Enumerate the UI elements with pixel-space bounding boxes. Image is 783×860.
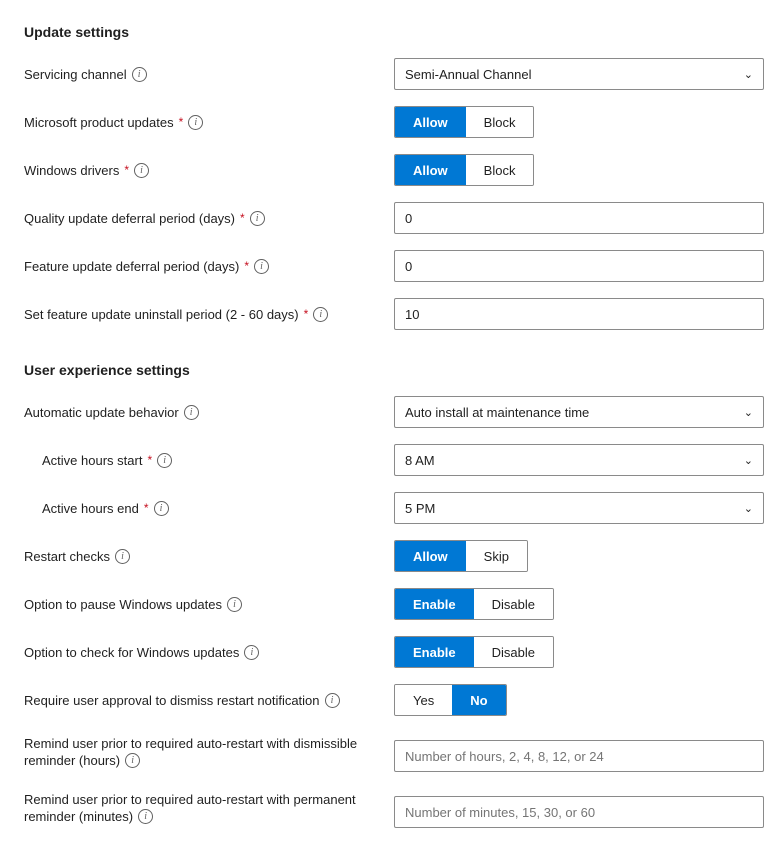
user-approval-dismiss-no-button[interactable]: No — [452, 684, 505, 716]
quality-deferral-info-icon[interactable]: i — [250, 211, 265, 226]
automatic-update-behavior-label: Automatic update behavior i — [24, 405, 394, 420]
automatic-update-behavior-dropdown[interactable]: Auto install at maintenance time ⌄ — [394, 396, 764, 428]
pause-windows-updates-info-icon[interactable]: i — [227, 597, 242, 612]
windows-drivers-block-button[interactable]: Block — [466, 154, 534, 186]
feature-deferral-info-icon[interactable]: i — [254, 259, 269, 274]
user-approval-dismiss-label: Require user approval to dismiss restart… — [24, 693, 394, 708]
remind-dismissible-input[interactable] — [394, 740, 764, 772]
active-hours-start-row: Active hours start * i 8 AM ⌄ — [24, 440, 759, 480]
remind-dismissible-info-icon[interactable]: i — [125, 753, 140, 768]
active-hours-start-control: 8 AM ⌄ — [394, 444, 764, 476]
restart-checks-toggle: Allow Skip — [394, 540, 528, 572]
user-approval-dismiss-info-icon[interactable]: i — [325, 693, 340, 708]
servicing-channel-chevron-icon: ⌄ — [744, 68, 753, 81]
restart-checks-info-icon[interactable]: i — [115, 549, 130, 564]
restart-checks-control: Allow Skip — [394, 540, 759, 572]
automatic-update-behavior-chevron-icon: ⌄ — [744, 406, 753, 419]
microsoft-product-updates-control: Allow Block — [394, 106, 759, 138]
remind-permanent-info-icon[interactable]: i — [138, 809, 153, 824]
pause-windows-updates-control: Enable Disable — [394, 588, 759, 620]
remind-dismissible-control — [394, 736, 764, 772]
user-approval-dismiss-row: Require user approval to dismiss restart… — [24, 680, 759, 720]
windows-drivers-toggle: Allow Block — [394, 154, 534, 186]
user-approval-dismiss-control: Yes No — [394, 684, 759, 716]
windows-drivers-allow-button[interactable]: Allow — [395, 154, 466, 186]
user-experience-section: User experience settings Automatic updat… — [24, 362, 759, 832]
microsoft-product-updates-block-button[interactable]: Block — [466, 106, 534, 138]
remind-permanent-control — [394, 792, 764, 828]
remind-dismissible-label: Remind user prior to required auto-resta… — [24, 736, 394, 768]
restart-checks-allow-button[interactable]: Allow — [395, 540, 466, 572]
uninstall-period-control — [394, 298, 764, 330]
active-hours-start-chevron-icon: ⌄ — [744, 454, 753, 467]
pause-windows-updates-toggle: Enable Disable — [394, 588, 554, 620]
feature-deferral-input[interactable] — [394, 250, 764, 282]
check-windows-updates-enable-button[interactable]: Enable — [395, 636, 474, 668]
active-hours-end-chevron-icon: ⌄ — [744, 502, 753, 515]
remind-dismissible-row: Remind user prior to required auto-resta… — [24, 728, 759, 776]
remind-permanent-input[interactable] — [394, 796, 764, 828]
quality-deferral-control — [394, 202, 764, 234]
servicing-channel-dropdown[interactable]: Semi-Annual Channel ⌄ — [394, 58, 764, 90]
remind-permanent-row: Remind user prior to required auto-resta… — [24, 784, 759, 832]
uninstall-period-input[interactable] — [394, 298, 764, 330]
active-hours-start-label: Active hours start * i — [24, 453, 394, 468]
feature-deferral-control — [394, 250, 764, 282]
pause-windows-updates-enable-button[interactable]: Enable — [395, 588, 474, 620]
check-windows-updates-disable-button[interactable]: Disable — [474, 636, 553, 668]
windows-drivers-control: Allow Block — [394, 154, 759, 186]
pause-windows-updates-row: Option to pause Windows updates i Enable… — [24, 584, 759, 624]
check-windows-updates-toggle: Enable Disable — [394, 636, 554, 668]
check-windows-updates-control: Enable Disable — [394, 636, 759, 668]
remind-permanent-label: Remind user prior to required auto-resta… — [24, 792, 394, 824]
quality-deferral-label: Quality update deferral period (days) * … — [24, 211, 394, 226]
quality-deferral-row: Quality update deferral period (days) * … — [24, 198, 759, 238]
quality-deferral-input[interactable] — [394, 202, 764, 234]
active-hours-start-dropdown[interactable]: 8 AM ⌄ — [394, 444, 764, 476]
microsoft-product-updates-info-icon[interactable]: i — [188, 115, 203, 130]
pause-windows-updates-label: Option to pause Windows updates i — [24, 597, 394, 612]
active-hours-end-label: Active hours end * i — [24, 501, 394, 516]
automatic-update-behavior-row: Automatic update behavior i Auto install… — [24, 392, 759, 432]
feature-deferral-row: Feature update deferral period (days) * … — [24, 246, 759, 286]
active-hours-start-info-icon[interactable]: i — [157, 453, 172, 468]
automatic-update-behavior-control: Auto install at maintenance time ⌄ — [394, 396, 764, 428]
active-hours-end-info-icon[interactable]: i — [154, 501, 169, 516]
check-windows-updates-row: Option to check for Windows updates i En… — [24, 632, 759, 672]
microsoft-product-updates-label: Microsoft product updates * i — [24, 115, 394, 130]
restart-checks-skip-button[interactable]: Skip — [466, 540, 527, 572]
update-settings-section: Update settings Servicing channel i Semi… — [24, 24, 759, 334]
uninstall-period-info-icon[interactable]: i — [313, 307, 328, 322]
microsoft-product-updates-allow-button[interactable]: Allow — [395, 106, 466, 138]
active-hours-end-control: 5 PM ⌄ — [394, 492, 764, 524]
restart-checks-label: Restart checks i — [24, 549, 394, 564]
windows-drivers-label: Windows drivers * i — [24, 163, 394, 178]
servicing-channel-label: Servicing channel i — [24, 67, 394, 82]
check-windows-updates-label: Option to check for Windows updates i — [24, 645, 394, 660]
uninstall-period-label: Set feature update uninstall period (2 -… — [24, 307, 394, 322]
user-approval-dismiss-toggle: Yes No — [394, 684, 507, 716]
active-hours-end-dropdown[interactable]: 5 PM ⌄ — [394, 492, 764, 524]
uninstall-period-row: Set feature update uninstall period (2 -… — [24, 294, 759, 334]
microsoft-product-updates-row: Microsoft product updates * i Allow Bloc… — [24, 102, 759, 142]
active-hours-end-row: Active hours end * i 5 PM ⌄ — [24, 488, 759, 528]
user-approval-dismiss-yes-button[interactable]: Yes — [395, 684, 452, 716]
pause-windows-updates-disable-button[interactable]: Disable — [474, 588, 553, 620]
update-settings-title: Update settings — [24, 24, 759, 40]
check-windows-updates-info-icon[interactable]: i — [244, 645, 259, 660]
user-experience-title: User experience settings — [24, 362, 759, 378]
windows-drivers-info-icon[interactable]: i — [134, 163, 149, 178]
automatic-update-behavior-info-icon[interactable]: i — [184, 405, 199, 420]
servicing-channel-control: Semi-Annual Channel ⌄ — [394, 58, 764, 90]
servicing-channel-info-icon[interactable]: i — [132, 67, 147, 82]
feature-deferral-label: Feature update deferral period (days) * … — [24, 259, 394, 274]
servicing-channel-row: Servicing channel i Semi-Annual Channel … — [24, 54, 759, 94]
restart-checks-row: Restart checks i Allow Skip — [24, 536, 759, 576]
windows-drivers-row: Windows drivers * i Allow Block — [24, 150, 759, 190]
microsoft-product-updates-toggle: Allow Block — [394, 106, 534, 138]
